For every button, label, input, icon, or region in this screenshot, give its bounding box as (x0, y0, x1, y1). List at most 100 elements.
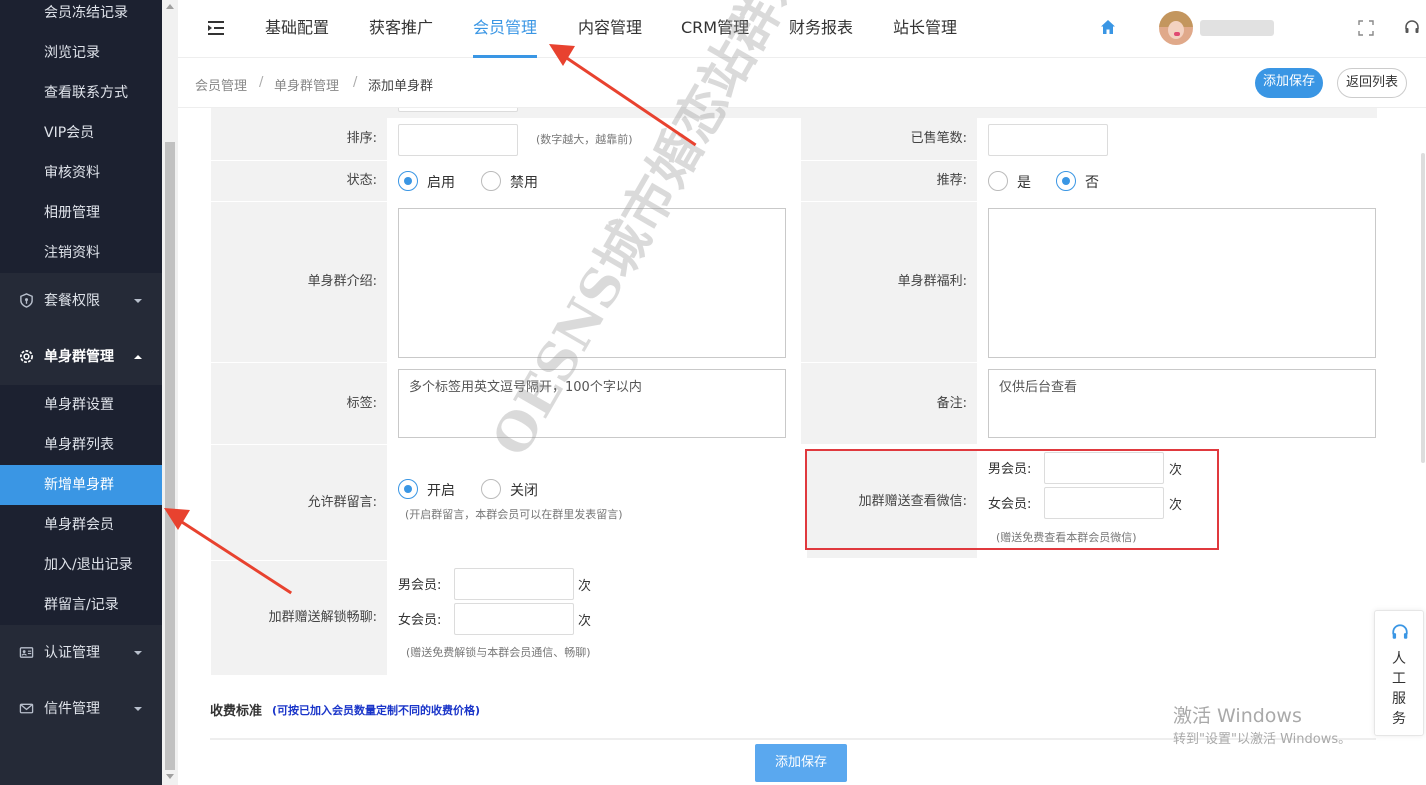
breadcrumb-current: 添加单身群 (368, 79, 434, 94)
allow-msg-label: 允许群留言: (211, 445, 387, 560)
nav-content-management[interactable]: 内容管理 (578, 0, 642, 58)
sort-label: 排序: (211, 118, 387, 160)
welfare-textarea[interactable] (988, 208, 1376, 358)
status-disable-text: 禁用 (510, 175, 538, 191)
sidebar: 会员冻结记录 浏览记录 查看联系方式 VIP会员 审核资料 相册管理 注销资料 … (0, 0, 162, 785)
content-scrollbar[interactable] (1421, 153, 1425, 463)
allow-msg-off-radio[interactable] (481, 479, 501, 499)
intro-label: 单身群介绍: (211, 202, 387, 362)
sidebar-group-auth[interactable]: 认证管理 (0, 625, 162, 681)
sidebar-group-single[interactable]: 单身群管理 (0, 329, 162, 385)
scrollbar-thumb[interactable] (165, 142, 175, 770)
sidebar-item-group-messages[interactable]: 群留言/记录 (0, 585, 162, 625)
sidebar-item-add-group[interactable]: 新增单身群 (0, 465, 162, 505)
sold-label: 已售笔数: (801, 118, 977, 160)
chevron-down-icon (134, 299, 142, 303)
menu-icon[interactable] (208, 20, 226, 36)
nav-member-management[interactable]: 会员管理 (473, 0, 538, 58)
intro-textarea[interactable] (398, 208, 786, 358)
chevron-up-icon (134, 355, 142, 359)
customer-service-widget[interactable]: 人 工 服 务 (1374, 610, 1424, 736)
tags-textarea[interactable]: 多个标签用英文逗号隔开，100个字以内 (398, 369, 786, 438)
remark-textarea[interactable]: 仅供后台查看 (988, 369, 1376, 438)
sidebar-group-mail[interactable]: 信件管理 (0, 681, 162, 737)
partial-input[interactable] (398, 108, 518, 112)
unlock-female-label: 女会员: (398, 613, 442, 628)
windows-activation-title: 激活 Windows (1173, 705, 1302, 727)
unlock-male-input[interactable] (454, 568, 574, 600)
sidebar-group-label: 认证管理 (44, 645, 100, 661)
unlock-female-input[interactable] (454, 603, 574, 635)
nav-customer-acquisition[interactable]: 获客推广 (369, 0, 433, 58)
scroll-down-arrow[interactable] (166, 774, 174, 779)
form-row-partial (211, 108, 1377, 118)
chevron-down-icon (134, 707, 142, 711)
allow-msg-on-radio[interactable] (398, 479, 418, 499)
id-card-icon (19, 647, 34, 658)
nav-finance[interactable]: 财务报表 (789, 0, 853, 58)
fee-hint: (可按已加入会员数量定制不同的收费价格) (272, 704, 481, 717)
welfare-label: 单身群福利: (801, 202, 977, 362)
windows-activation-subtitle: 转到"设置"以激活 Windows。 (1173, 732, 1352, 747)
status-label: 状态: (211, 161, 387, 201)
status-disable-radio[interactable] (481, 171, 501, 191)
recommend-label: 推荐: (801, 161, 977, 201)
sold-count-input[interactable] (988, 124, 1108, 156)
sidebar-item-contact[interactable]: 查看联系方式 (0, 73, 162, 113)
back-list-button[interactable]: 返回列表 (1337, 68, 1407, 98)
headset-icon[interactable] (1404, 19, 1420, 35)
service-char: 工 (1392, 671, 1406, 687)
home-icon[interactable] (1100, 19, 1116, 35)
sidebar-group-label: 套餐权限 (44, 293, 100, 309)
sidebar-item-cancel[interactable]: 注销资料 (0, 233, 162, 273)
highlight-box (805, 449, 1219, 550)
nav-webmaster[interactable]: 站长管理 (893, 0, 957, 58)
sidebar-item-group-settings[interactable]: 单身群设置 (0, 385, 162, 425)
breadcrumb-separator: / (259, 75, 264, 90)
sidebar-item-join-records[interactable]: 加入/退出记录 (0, 545, 162, 585)
sidebar-group-package[interactable]: 套餐权限 (0, 273, 162, 329)
recommend-no-text: 否 (1085, 175, 1099, 191)
recommend-no-radio[interactable] (1056, 171, 1076, 191)
unlock-female-unit: 次 (578, 614, 592, 629)
breadcrumb-item[interactable]: 会员管理 (195, 75, 247, 94)
username-blurred (1200, 20, 1274, 36)
unlock-male-unit: 次 (578, 579, 592, 594)
status-enable-radio[interactable] (398, 171, 418, 191)
sidebar-item-album[interactable]: 相册管理 (0, 193, 162, 233)
headset-icon (1392, 624, 1408, 639)
unlock-male-label: 男会员: (398, 578, 442, 593)
service-char: 人 (1392, 651, 1406, 667)
status-enable-text: 启用 (427, 175, 455, 191)
package-icon (20, 293, 33, 308)
sidebar-item-browse[interactable]: 浏览记录 (0, 33, 162, 73)
sort-input[interactable] (398, 124, 518, 156)
arrow-head-icon (164, 508, 190, 530)
fee-title: 收费标准 (210, 704, 263, 719)
add-save-button-bottom[interactable]: 添加保存 (755, 744, 847, 782)
breadcrumb-separator: / (353, 75, 358, 90)
sidebar-group-label: 信件管理 (44, 701, 100, 717)
allow-msg-hint: (开启群留言，本群会员可以在群里发表留言) (405, 508, 623, 521)
sidebar-item-freeze[interactable]: 会员冻结记录 (0, 0, 162, 33)
service-char: 务 (1392, 711, 1406, 727)
fullscreen-icon[interactable] (1358, 20, 1374, 36)
sidebar-item-review[interactable]: 审核资料 (0, 153, 162, 193)
recommend-yes-text: 是 (1017, 175, 1031, 191)
breadcrumb-item[interactable]: 单身群管理 (274, 75, 339, 94)
remark-label: 备注: (801, 363, 977, 444)
sidebar-group-label: 单身群管理 (44, 349, 114, 365)
sidebar-item-vip[interactable]: VIP会员 (0, 113, 162, 153)
sidebar-item-group-list[interactable]: 单身群列表 (0, 425, 162, 465)
recommend-yes-radio[interactable] (988, 171, 1008, 191)
sidebar-item-group-members[interactable]: 单身群会员 (0, 505, 162, 545)
add-save-button-top[interactable]: 添加保存 (1255, 68, 1323, 98)
nav-crm[interactable]: CRM管理 (681, 0, 749, 58)
nav-basic-config[interactable]: 基础配置 (265, 0, 329, 58)
avatar[interactable] (1159, 11, 1193, 45)
sidebar-scrollbar[interactable] (162, 0, 178, 785)
tags-label: 标签: (211, 363, 387, 444)
arrow-head-icon (549, 44, 575, 66)
service-char: 服 (1392, 691, 1406, 707)
scroll-up-arrow[interactable] (166, 4, 174, 9)
